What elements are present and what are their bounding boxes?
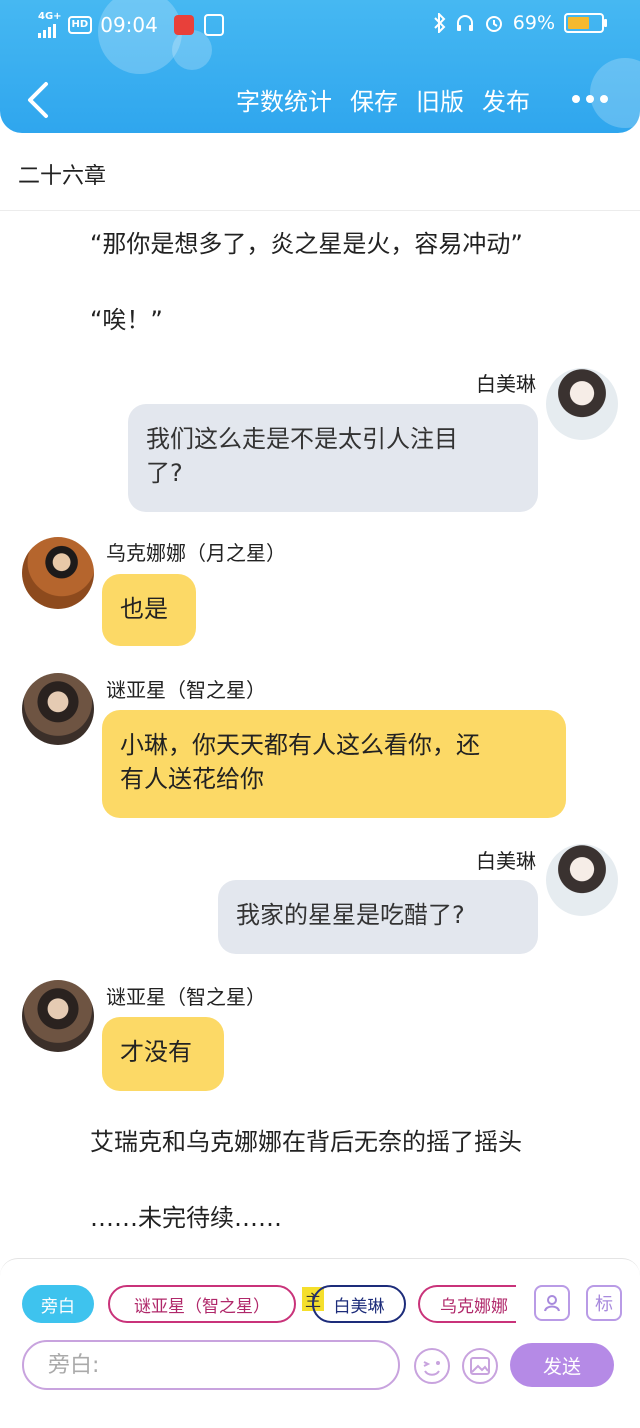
speaker-name: 乌克娜娜（月之星） bbox=[106, 541, 286, 565]
hd-badge: HD bbox=[67, 16, 93, 34]
role-chip-miyaxing[interactable]: 谜亚星（智之星） bbox=[108, 1285, 296, 1323]
chat-bubble[interactable]: 我家的星星是吃醋了? bbox=[218, 880, 538, 954]
bubble-text-line: 也是 bbox=[120, 595, 168, 623]
chapter-title[interactable]: 二十六章 bbox=[18, 158, 106, 190]
chat-bubble[interactable]: 我们这么走是不是太引人注目 了? bbox=[128, 404, 538, 512]
role-chip-baimeilin[interactable]: 白美琳 bbox=[312, 1285, 406, 1323]
status-bar: 4G+ HD 09:04 69% bbox=[0, 10, 640, 40]
chat-bubble[interactable]: 才没有 bbox=[102, 1017, 224, 1091]
word-count-button[interactable]: 字数统计 bbox=[236, 82, 332, 117]
bubble-text-line: 才没有 bbox=[120, 1038, 192, 1066]
bubble-text-line: 有人送花给你 bbox=[120, 765, 264, 793]
narration-line[interactable]: 艾瑞克和乌克娜娜在背后无奈的摇了摇头 bbox=[90, 1122, 522, 1157]
mark-button[interactable]: 标 bbox=[586, 1285, 622, 1321]
image-icon[interactable] bbox=[461, 1347, 499, 1385]
headphones-icon bbox=[456, 15, 473, 31]
speaker-name: 白美琳 bbox=[476, 849, 536, 873]
notification-app-icon bbox=[173, 15, 194, 35]
chat-bubble[interactable]: 也是 bbox=[102, 574, 196, 646]
chat-bubble[interactable]: 小琳，你天天都有人这么看你，还 有人送花给你 bbox=[102, 710, 566, 818]
bubble-text-line: 我家的星星是吃醋了? bbox=[236, 901, 465, 929]
avatar[interactable] bbox=[546, 368, 618, 440]
message-input[interactable] bbox=[22, 1340, 400, 1390]
role-manage-button[interactable] bbox=[534, 1285, 570, 1321]
back-arrow-icon[interactable] bbox=[20, 78, 60, 122]
more-menu-icon[interactable] bbox=[570, 90, 610, 108]
bubble-text-line: 了? bbox=[146, 459, 183, 487]
send-button[interactable]: 发送 bbox=[510, 1343, 614, 1387]
network-label: 4G+ bbox=[38, 11, 62, 22]
app-header: 4G+ HD 09:04 69% 字数统计 保存 旧版 发布 bbox=[0, 0, 640, 133]
person-card-icon bbox=[544, 1295, 560, 1312]
avatar[interactable] bbox=[22, 673, 94, 745]
role-chip-narrator[interactable]: 旁白 bbox=[22, 1285, 94, 1323]
narration-line[interactable]: “唉！” bbox=[90, 300, 163, 335]
speaker-name: 谜亚星（智之星） bbox=[106, 678, 266, 702]
avatar[interactable] bbox=[546, 844, 618, 916]
bluetooth-icon bbox=[434, 13, 446, 33]
narration-line[interactable]: “那你是想多了，炎之星是火，容易冲动” bbox=[90, 224, 523, 259]
avatar[interactable] bbox=[22, 537, 94, 609]
divider bbox=[0, 210, 640, 211]
role-chip-wukenana[interactable]: 乌克娜娜 bbox=[418, 1285, 516, 1323]
battery-icon bbox=[564, 13, 607, 33]
battery-percent: 69% bbox=[512, 12, 555, 34]
speaker-name: 谜亚星（智之星） bbox=[106, 985, 266, 1009]
old-version-button[interactable]: 旧版 bbox=[416, 82, 464, 117]
publish-button[interactable]: 发布 bbox=[482, 82, 530, 117]
status-time: 09:04 bbox=[100, 13, 158, 37]
notification-app-icon bbox=[203, 14, 224, 36]
avatar[interactable] bbox=[22, 980, 94, 1052]
emoji-icon[interactable] bbox=[413, 1347, 451, 1385]
bubble-text-line: 小琳，你天天都有人这么看你，还 bbox=[120, 731, 480, 759]
signal-icon bbox=[38, 22, 56, 38]
narration-line[interactable]: ……未完待续…… bbox=[90, 1198, 282, 1233]
speaker-name: 白美琳 bbox=[476, 372, 536, 396]
header-actions: 字数统计 保存 旧版 发布 bbox=[236, 82, 530, 117]
save-button[interactable]: 保存 bbox=[350, 82, 398, 117]
bubble-text-line: 我们这么走是不是太引人注目 bbox=[146, 425, 458, 453]
alarm-icon bbox=[485, 16, 502, 32]
